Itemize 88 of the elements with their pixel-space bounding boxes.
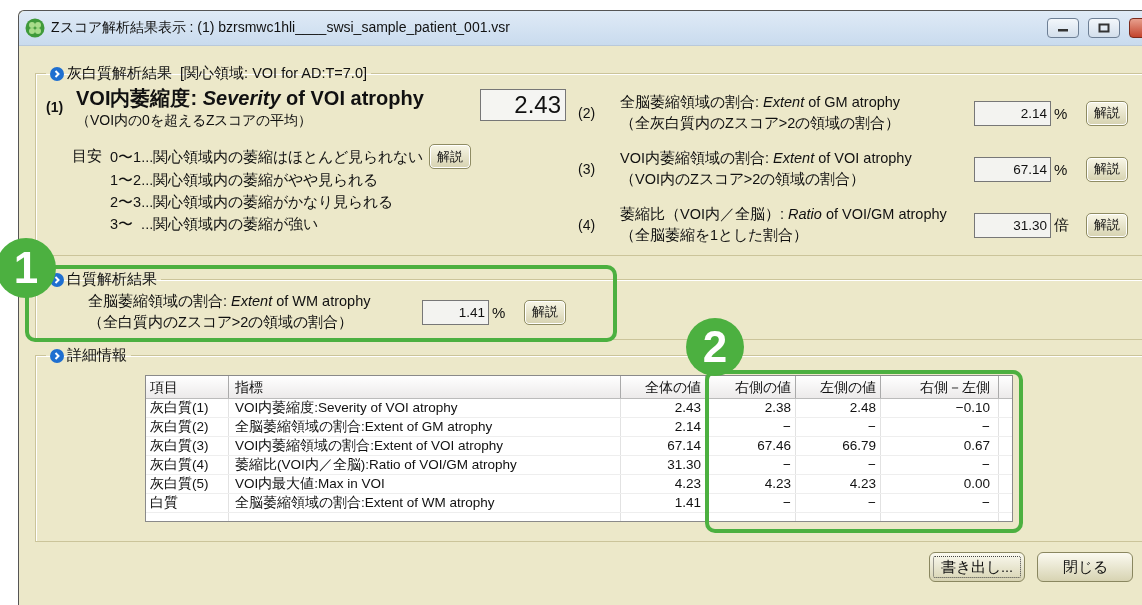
table-cell: − [796,456,881,474]
column-header[interactable]: 右側の値 [706,376,796,398]
table-cell: 2.14 [621,418,706,436]
table-cell: 灰白質(5) [146,475,229,493]
chevron-icon [50,348,64,363]
table-cell: VOI内萎縮度:Severity of VOI atrophy [229,399,621,417]
table-cell: 1.41 [621,494,706,512]
explain-button[interactable]: 解説 [1086,100,1128,126]
table-cell: 66.79 [796,437,881,455]
table-cell: VOI内萎縮領域の割合:Extent of VOI atrophy [229,437,621,455]
value-field: 31.30 [974,212,1051,238]
unit-label: 倍 [1053,215,1070,235]
table-cell: 2.38 [706,399,796,417]
group-title: 灰白質解析結果 [関心領域: VOI for AD:T=7.0] [67,64,367,83]
value-field: 2.14 [974,100,1051,126]
item-number: (4) [578,217,597,233]
item-number: (3) [578,161,597,177]
table-cell: − [706,418,796,436]
column-header[interactable]: 左側の値 [796,376,881,398]
table-cell: 67.14 [621,437,706,455]
table-cell: 4.23 [796,475,881,493]
table-cell: 2.48 [796,399,881,417]
chevron-icon [50,66,64,81]
group-title: 詳細情報 [67,346,127,365]
value-field: 1.41 [422,299,489,325]
metric-title: VOI内萎縮領域の割合: Extent of VOI atrophy [620,149,913,168]
item-number: (2) [578,105,597,121]
number-badge: 1 [0,238,56,298]
guide-line: 1〜2...関心領域内の萎縮がやや見られる [110,171,380,190]
maximize-button[interactable] [1088,18,1120,38]
dialog-button[interactable]: 書き出し... [929,552,1025,582]
table-cell: 灰白質(1) [146,399,229,417]
table-cell: 全脳萎縮領域の割合:Extent of GM atrophy [229,418,621,436]
column-header[interactable]: 指標 [229,376,621,398]
table-cell: 4.23 [621,475,706,493]
table-cell: − [706,456,796,474]
table-cell: 白質 [146,494,229,512]
table-cell: 67.46 [706,437,796,455]
metric-title: 全脳萎縮領域の割合: Extent of WM atrophy [88,292,372,311]
table-cell: VOI内最大値:Max in VOI [229,475,621,493]
table-cell: 灰白質(3) [146,437,229,455]
metric-title: 萎縮比（VOI内／全脳）: Ratio of VOI/GM atrophy [620,205,948,224]
table-cell: 31.30 [621,456,706,474]
value-field: 2.43 [480,89,566,121]
metric-subtitle: （全灰白質内のZスコア>2の領域の割合） [620,114,902,133]
unit-label: % [491,303,507,321]
guide-label: 目安 [72,147,103,166]
table-cell: 灰白質(4) [146,456,229,474]
value-field: 67.14 [974,156,1051,182]
metric-title: VOI内萎縮度: Severity of VOI atrophy [76,86,425,111]
metric-title: 全脳萎縮領域の割合: Extent of GM atrophy [620,93,902,112]
explain-button[interactable]: 解説 [524,299,566,325]
table-cell: 0.67 [881,437,999,455]
column-header[interactable]: 全体の値 [621,376,706,398]
maximize-icon [1098,23,1110,33]
table-cell: 灰白質(2) [146,418,229,436]
column-header[interactable]: 右側－左側 [881,376,999,398]
guide-line: 2〜3...関心領域内の萎縮がかなり見られる [110,193,395,212]
table-cell: 萎縮比(VOI内／全脳):Ratio of VOI/GM atrophy [229,456,621,474]
table-cell: 全脳萎縮領域の割合:Extent of WM atrophy [229,494,621,512]
table-cell: − [881,456,999,474]
table-cell: 2.43 [621,399,706,417]
table-cell: − [881,494,999,512]
table-cell: 0.00 [881,475,999,493]
table-cell: − [796,494,881,512]
metric-subtitle: （全白質内のZスコア>2の領域の割合） [88,313,355,332]
table-cell: 4.23 [706,475,796,493]
table-cell: − [881,418,999,436]
explain-button[interactable]: 解説 [1086,212,1128,238]
dialog-button[interactable]: 閉じる [1037,552,1133,582]
unit-label: % [1053,160,1069,178]
table-cell: − [706,494,796,512]
minimize-button[interactable] [1047,18,1079,38]
table-cell: − [796,418,881,436]
metric-subtitle: （全脳萎縮を1とした割合） [620,226,810,245]
window-title: Zスコア解析結果表示 : (1) bzrsmwc1hli____swsi_sample_patient_001.vsr [51,19,511,37]
column-header[interactable]: 項目 [146,376,229,398]
unit-label: % [1053,104,1069,122]
explain-button[interactable]: 解説 [1086,156,1128,182]
metric-subtitle: （VOI内のZスコア>2の領域の割合） [620,170,867,189]
clover-icon [25,18,45,38]
metric-subtitle: （VOI内の0を超えるZスコアの平均） [76,112,314,130]
guide-line: 3〜 ...関心領域内の萎縮が強い [110,215,320,234]
item-number: (1) [46,99,65,115]
group-title: 白質解析結果 [67,270,157,289]
table-cell: −0.10 [881,399,999,417]
guide-line: 0〜1...関心領域内の萎縮はほとんど見られない [110,147,424,167]
explain-button[interactable]: 解説 [429,144,472,169]
